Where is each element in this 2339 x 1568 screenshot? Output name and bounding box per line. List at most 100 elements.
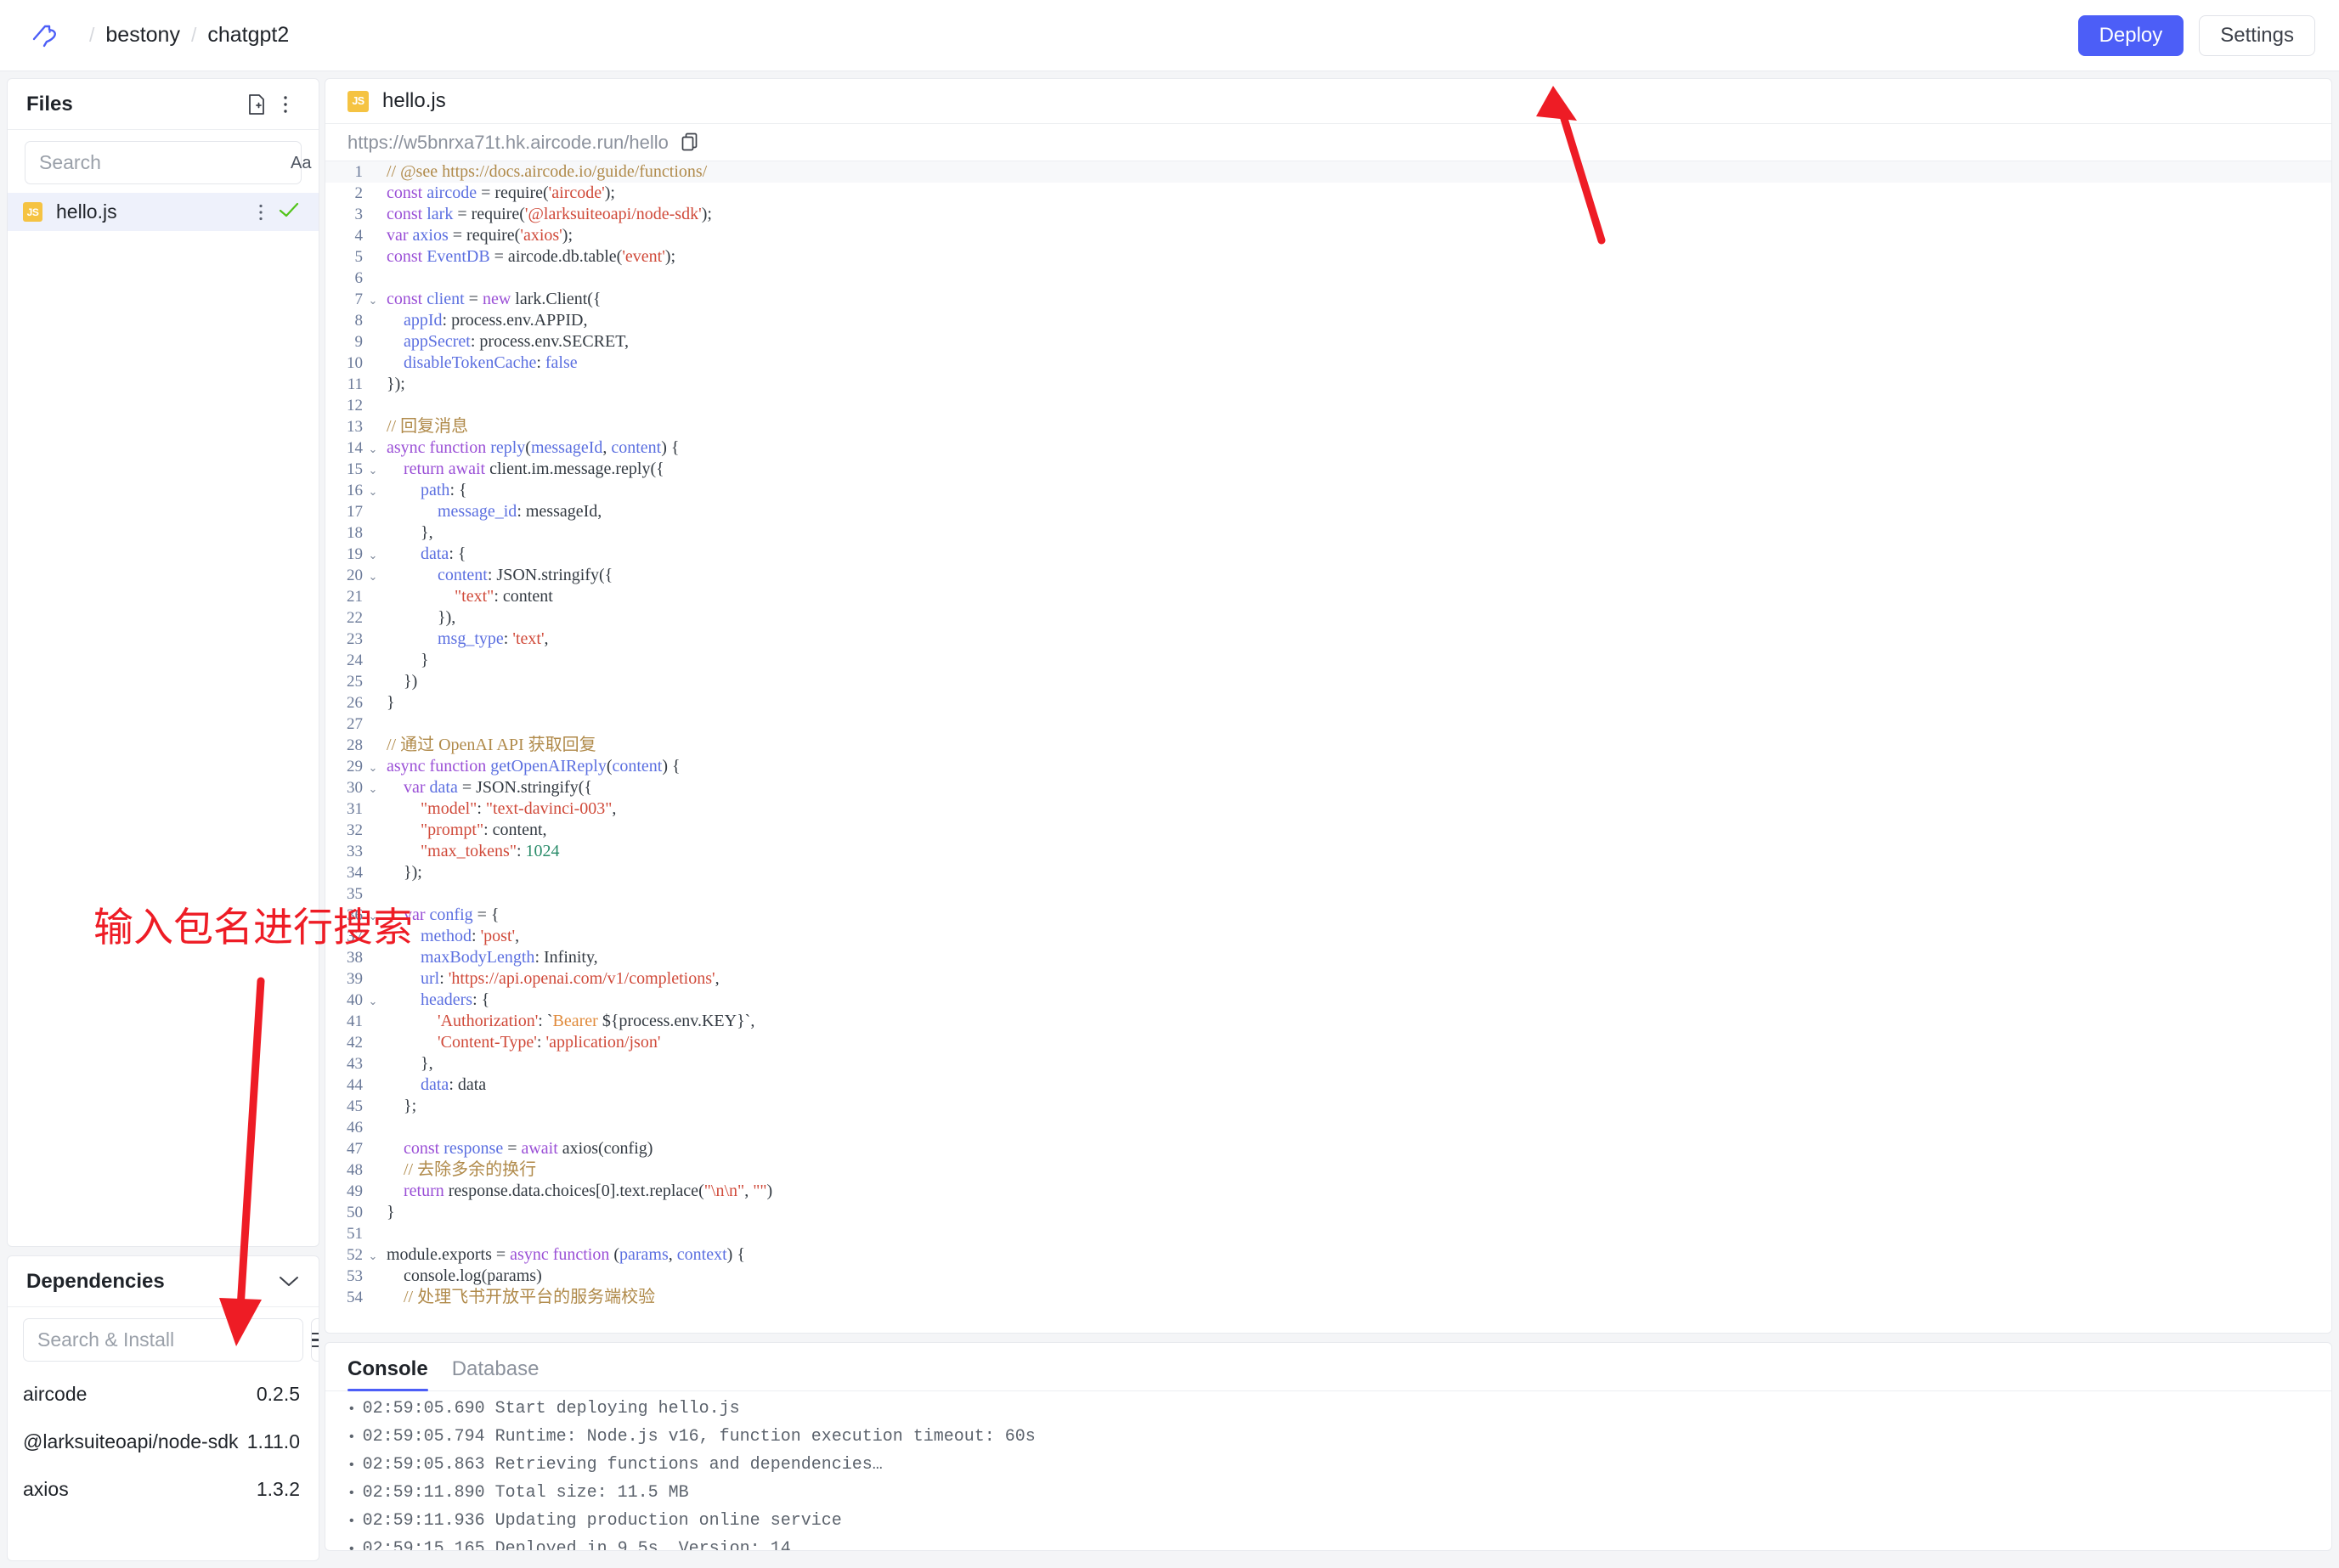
code-line[interactable]: 11}); [325,374,2331,395]
code-line[interactable]: 14 ⌄ async function reply(messageId, conte… [325,437,2331,459]
code-line[interactable]: 51 [325,1223,2331,1244]
code-line[interactable]: 10 disableTokenCache: false [325,353,2331,374]
dependencies-search-box[interactable] [23,1318,303,1362]
code-line[interactable]: 41 'Authorization': `Bearer ${process.en… [325,1011,2331,1032]
aircode-logo-icon[interactable] [29,19,63,53]
code-line[interactable]: 30 ⌄ var data = JSON.stringify({ [325,777,2331,798]
file-item-hello-js[interactable]: JS hello.js [8,193,319,231]
console-log-entry: • 02:59:05.863 Retrieving functions and d… [347,1455,2331,1483]
code-line[interactable]: 12 [325,395,2331,416]
code-line[interactable]: 17 message_id: messageId, [325,501,2331,522]
code-line[interactable]: 42 'Content-Type': 'application/json' [325,1032,2331,1053]
code-line[interactable]: 27 [325,713,2331,735]
code-line[interactable]: 45 }; [325,1096,2331,1117]
code-line[interactable]: 16 ⌄ path: { [325,480,2331,501]
code-line[interactable]: 21 "text": content [325,586,2331,607]
code-line[interactable]: 9 appSecret: process.env.SECRET, [325,331,2331,353]
line-number: 45 [347,1097,363,1115]
fold-chevron-icon[interactable]: ⌄ [364,289,381,313]
files-search-box[interactable]: Aa ab .* [25,141,311,184]
hamburger-icon[interactable] [311,1318,319,1362]
code-line[interactable]: 38 maxBodyLength: Infinity, [325,947,2331,968]
file-more-vertical-icon[interactable] [258,203,263,222]
fold-chevron-icon[interactable]: ⌄ [364,480,381,504]
code-line[interactable]: 24 } [325,650,2331,671]
code-line[interactable]: 26} [325,692,2331,713]
code-line[interactable]: 40 ⌄ headers: { [325,990,2331,1011]
fold-chevron-icon[interactable]: ⌄ [364,1244,381,1268]
code-line[interactable]: 15 ⌄ return await client.im.message.reply… [325,459,2331,480]
code-line[interactable]: 36 ⌄ var config = { [325,905,2331,926]
list-item[interactable]: aircode 0.2.5 [8,1370,319,1418]
code-line[interactable]: 35 [325,883,2331,905]
code-line[interactable]: 46 [325,1117,2331,1138]
code-line[interactable]: 39 url: 'https://api.openai.com/v1/compl… [325,968,2331,990]
code-line[interactable]: 3 const lark = require('@larksuiteoapi/no… [325,204,2331,225]
code-line[interactable]: 48 // 去除多余的换行 [325,1159,2331,1181]
fold-chevron-icon[interactable]: ⌄ [364,459,381,482]
fold-chevron-icon[interactable]: ⌄ [364,777,381,801]
code-line[interactable]: 29 ⌄ async function getOpenAIReply(content… [325,756,2331,777]
code-line[interactable]: 32 "prompt": content, [325,820,2331,841]
code-line[interactable]: 25 }) [325,671,2331,692]
code-line[interactable]: 28 // 通过 OpenAI API 获取回复 [325,735,2331,756]
code-line[interactable]: 8 appId: process.env.APPID, [325,310,2331,331]
code-line[interactable]: 44 data: data [325,1074,2331,1096]
dependency-version: 0.2.5 [256,1382,300,1405]
search-install-input[interactable] [37,1328,289,1351]
code-line[interactable]: 5 const EventDB = aircode.db.table('event… [325,246,2331,268]
code-line[interactable]: 43 }, [325,1053,2331,1074]
code-line[interactable]: 53 console.log(params) [325,1266,2331,1287]
code-line[interactable]: 34 }); [325,862,2331,883]
list-item[interactable]: axios 1.3.2 [8,1465,319,1513]
tab-database[interactable]: Database [452,1357,540,1390]
fold-chevron-icon[interactable]: ⌄ [364,565,381,589]
function-url[interactable]: https://w5bnrxa71t.hk.aircode.run/hello [347,132,669,154]
code-editor[interactable]: 1 // @see https://docs.aircode.io/guide/f… [325,161,2331,1333]
console-log-entry: • 02:59:11.936 Updating production online… [347,1511,2331,1539]
code-line[interactable]: 23 msg_type: 'text', [325,629,2331,650]
code-line[interactable]: 31 "model": "text-davinci-003", [325,798,2331,820]
files-more-vertical-icon[interactable] [271,90,300,119]
fold-chevron-icon[interactable]: ⌄ [364,544,381,567]
breadcrumb-item-org[interactable]: bestony [105,23,180,48]
code-text: }); [387,375,405,393]
code-line[interactable]: 18 }, [325,522,2331,544]
code-line[interactable]: 49 return response.data.choices[0].text.… [325,1181,2331,1202]
code-line[interactable]: 2 const aircode = require('aircode'); [325,183,2331,204]
code-line[interactable]: 6 [325,268,2331,289]
line-number: 17 [347,503,363,521]
fold-chevron-icon[interactable]: ⌄ [364,756,381,780]
list-item[interactable]: @larksuiteoapi/node-sdk 1.11.0 [8,1418,319,1465]
code-line[interactable]: 47 const response = await axios(config) [325,1138,2331,1159]
tab-console[interactable]: Console [347,1357,428,1391]
copy-icon[interactable] [681,133,699,153]
line-number: 31 [347,800,363,818]
code-text: // 处理飞书开放平台的服务端校验 [404,1288,656,1306]
code-line[interactable]: 52 ⌄ module.exports = async function (para… [325,1244,2331,1266]
deploy-button[interactable]: Deploy [2077,14,2184,56]
code-line[interactable]: 4 var axios = require('axios'); [325,225,2331,246]
fold-chevron-icon[interactable]: ⌄ [364,990,381,1013]
code-line[interactable]: 1 // @see https://docs.aircode.io/guide/f… [325,161,2331,183]
fold-chevron-icon[interactable]: ⌄ [364,905,381,928]
code-line[interactable]: 19 ⌄ data: { [325,544,2331,565]
code-line[interactable]: 20 ⌄ content: JSON.stringify({ [325,565,2331,586]
match-case-icon[interactable]: Aa [291,155,311,172]
chevron-down-icon[interactable] [278,1271,300,1293]
code-line[interactable]: 13 // 回复消息 [325,416,2331,437]
fold-chevron-icon[interactable]: ⌄ [364,437,381,461]
bullet-icon: • [347,1486,356,1501]
breadcrumb-item-project[interactable]: chatgpt2 [207,23,289,48]
code-line[interactable]: 50} [325,1202,2331,1223]
code-line[interactable]: 33 "max_tokens": 1024 [325,841,2331,862]
files-search-input[interactable] [39,151,291,174]
new-file-icon[interactable] [242,90,271,119]
line-number: 1 [354,163,364,181]
tab-hello-js[interactable]: hello.js [382,89,446,113]
code-line[interactable]: 37 method: 'post', [325,926,2331,947]
settings-button[interactable]: Settings [2199,14,2315,56]
code-line[interactable]: 54 // 处理飞书开放平台的服务端校验 [325,1287,2331,1308]
code-line[interactable]: 22 }), [325,607,2331,629]
code-line[interactable]: 7 ⌄ const client = new lark.Client({ [325,289,2331,310]
